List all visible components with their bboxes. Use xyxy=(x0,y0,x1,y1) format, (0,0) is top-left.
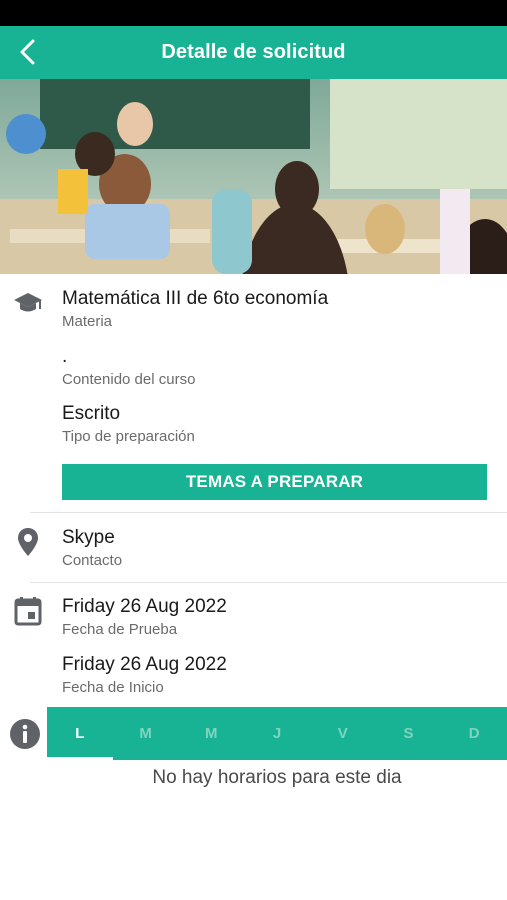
tab-day-miercoles[interactable]: M xyxy=(178,707,244,760)
tab-day-sabado[interactable]: S xyxy=(376,707,442,760)
contenido-label: Contenido del curso xyxy=(62,371,196,388)
materia-value: Matemática III de 6to economía xyxy=(62,288,329,309)
contenido-value: . xyxy=(62,346,68,367)
contacto-label: Contacto xyxy=(62,552,123,569)
tab-day-martes[interactable]: M xyxy=(113,707,179,760)
tab-day-domingo[interactable]: D xyxy=(441,707,507,760)
status-bar xyxy=(0,0,507,26)
back-button[interactable] xyxy=(10,34,46,70)
graduation-cap-icon xyxy=(13,288,43,318)
calendar-icon xyxy=(13,596,43,626)
contacto-value: Skype xyxy=(62,527,115,548)
tab-day-jueves[interactable]: J xyxy=(244,707,310,760)
app-bar: Detalle de solicitud xyxy=(0,26,507,79)
preparacion-row: Escrito Tipo de preparación xyxy=(0,403,507,447)
materia-label: Materia xyxy=(62,313,113,330)
fecha-inicio-label: Fecha de Inicio xyxy=(62,679,164,696)
chevron-left-icon xyxy=(20,39,35,65)
classroom-photo xyxy=(0,79,507,274)
tab-day-lunes[interactable]: L xyxy=(47,707,113,760)
preparacion-label: Tipo de preparación xyxy=(62,428,195,445)
fecha-prueba-value: Friday 26 Aug 2022 xyxy=(62,596,227,617)
location-pin-icon xyxy=(13,527,43,557)
divider xyxy=(30,512,507,513)
fecha-prueba-label: Fecha de Prueba xyxy=(62,621,178,638)
contacto-row: Skype Contacto xyxy=(0,527,507,573)
divider xyxy=(30,582,507,583)
temas-a-preparar-button[interactable]: TEMAS A PREPARAR xyxy=(62,464,487,500)
tab-day-viernes[interactable]: V xyxy=(310,707,376,760)
contenido-row: . Contenido del curso xyxy=(0,346,507,390)
fecha-prueba-row: Friday 26 Aug 2022 Fecha de Prueba xyxy=(0,596,507,642)
preparacion-value: Escrito xyxy=(62,403,121,424)
materia-row: Matemática III de 6to economía Materia xyxy=(0,288,507,338)
page-title: Detalle de solicitud xyxy=(161,41,346,63)
empty-schedule-message: No hay horarios para este dia xyxy=(152,767,402,788)
weekday-tabs: L M M J V S D xyxy=(47,707,507,760)
fecha-inicio-row: Friday 26 Aug 2022 Fecha de Inicio xyxy=(0,654,507,700)
info-icon[interactable] xyxy=(9,718,41,750)
fecha-inicio-value: Friday 26 Aug 2022 xyxy=(62,654,227,675)
